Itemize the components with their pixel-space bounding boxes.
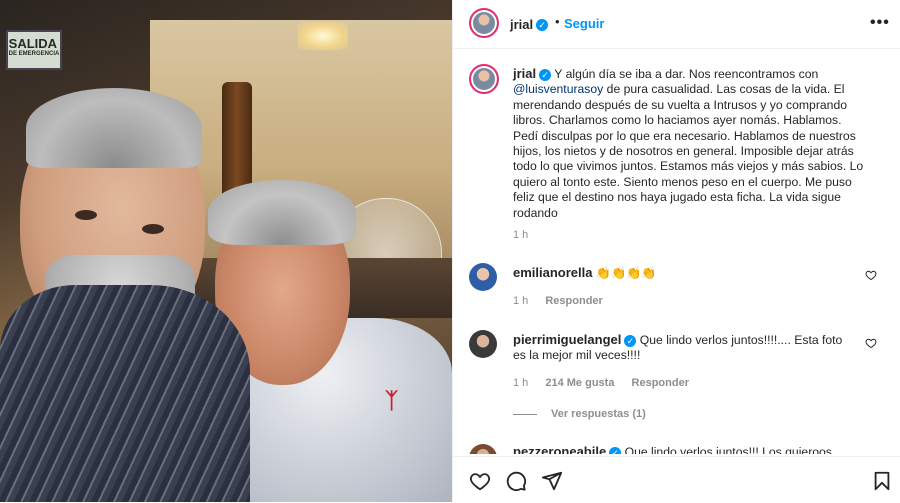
more-options-icon[interactable]: ••• xyxy=(870,14,890,32)
photo-ceiling-lamp xyxy=(298,22,348,50)
comment-text: Que lindo verlos juntos!!! Los quieroos xyxy=(624,445,832,454)
post-caption: jrial ✓ Y algún día se iba a dar. Nos ree… xyxy=(513,66,865,221)
caption-mention-link[interactable]: @luisventurasoy xyxy=(513,82,603,96)
caption-timestamp[interactable]: 1 h xyxy=(513,229,528,241)
jacket-logo-icon: ᛉ xyxy=(385,388,399,413)
comment-icon[interactable] xyxy=(505,470,527,492)
comment-item-partial: pezzeroneabile ✓ Que lindo verlos juntos!… xyxy=(469,444,889,454)
reply-button[interactable]: Responder xyxy=(545,295,602,307)
view-replies-label[interactable]: Ver respuestas (1) xyxy=(551,408,646,420)
commenter-avatar[interactable] xyxy=(469,263,497,291)
caption-author-avatar[interactable] xyxy=(469,64,499,94)
exit-sign-subtext: DE EMERGENCIA xyxy=(8,51,60,57)
photo-left-man-scarf xyxy=(0,285,250,502)
comment-time[interactable]: 1 h xyxy=(513,377,528,389)
comment-text: 👏👏👏👏 xyxy=(595,266,657,280)
verified-badge-icon: ✓ xyxy=(609,446,622,454)
photo-exit-sign: SALIDA DE EMERGENCIA xyxy=(6,30,62,70)
post-actions-bar xyxy=(453,456,900,503)
share-icon[interactable] xyxy=(541,470,563,492)
commenter-username[interactable]: emilianorella xyxy=(513,265,592,280)
bookmark-icon[interactable] xyxy=(871,470,893,492)
follow-button[interactable]: Seguir xyxy=(564,16,604,31)
caption-text-start: Y algún día se iba a dar. Nos reencontra… xyxy=(554,67,819,81)
author-avatar[interactable] xyxy=(469,8,499,38)
photo-right-man-hair xyxy=(208,180,356,245)
post-side-panel: jrial ✓ • Seguir ••• jrial ✓ Y algún día s… xyxy=(452,0,900,503)
comment-time[interactable]: 1 h xyxy=(513,295,528,307)
caption-username[interactable]: jrial xyxy=(513,66,536,81)
verified-badge-icon: ✓ xyxy=(624,334,637,347)
author-username-header[interactable]: jrial ✓ xyxy=(510,16,549,34)
comment-body: emilianorella 👏👏👏👏 xyxy=(513,265,853,281)
reply-button[interactable]: Responder xyxy=(632,377,689,389)
comment-like-heart-icon[interactable] xyxy=(865,337,877,349)
comment-meta: 1 h Responder xyxy=(513,295,617,307)
header-username[interactable]: jrial xyxy=(510,17,533,32)
photo-left-man-hair xyxy=(26,88,202,168)
comment-body: pezzeroneabile ✓ Que lindo verlos juntos!… xyxy=(513,444,832,454)
post-header: jrial ✓ • Seguir ••• xyxy=(453,0,900,49)
view-replies-line xyxy=(513,413,537,415)
view-replies-button[interactable]: Ver respuestas (1) xyxy=(513,408,646,420)
commenter-avatar[interactable] xyxy=(469,444,497,454)
caption-text-rest: de pura casualidad. Las cosas de la vida… xyxy=(513,82,864,220)
comment-body: pierrimiguelangel ✓ Que lindo verlos junt… xyxy=(513,332,853,364)
comment-likes-count[interactable]: 214 Me gusta xyxy=(545,377,614,389)
post-photo[interactable]: SALIDA DE EMERGENCIA ᛉ xyxy=(0,0,452,502)
commenter-username[interactable]: pezzeroneabile xyxy=(513,444,606,454)
photo-left-man-eye xyxy=(75,210,97,220)
commenter-avatar[interactable] xyxy=(469,330,497,358)
verified-badge-icon: ✓ xyxy=(539,68,552,81)
exit-sign-text: SALIDA xyxy=(8,36,58,51)
heart-icon[interactable] xyxy=(469,470,491,492)
comment-like-heart-icon[interactable] xyxy=(865,269,877,281)
header-separator: • xyxy=(555,14,560,29)
commenter-username[interactable]: pierrimiguelangel xyxy=(513,332,621,347)
photo-left-man-eye xyxy=(142,224,164,234)
verified-badge-icon: ✓ xyxy=(536,18,549,31)
comment-meta: 1 h 214 Me gusta Responder xyxy=(513,377,703,389)
